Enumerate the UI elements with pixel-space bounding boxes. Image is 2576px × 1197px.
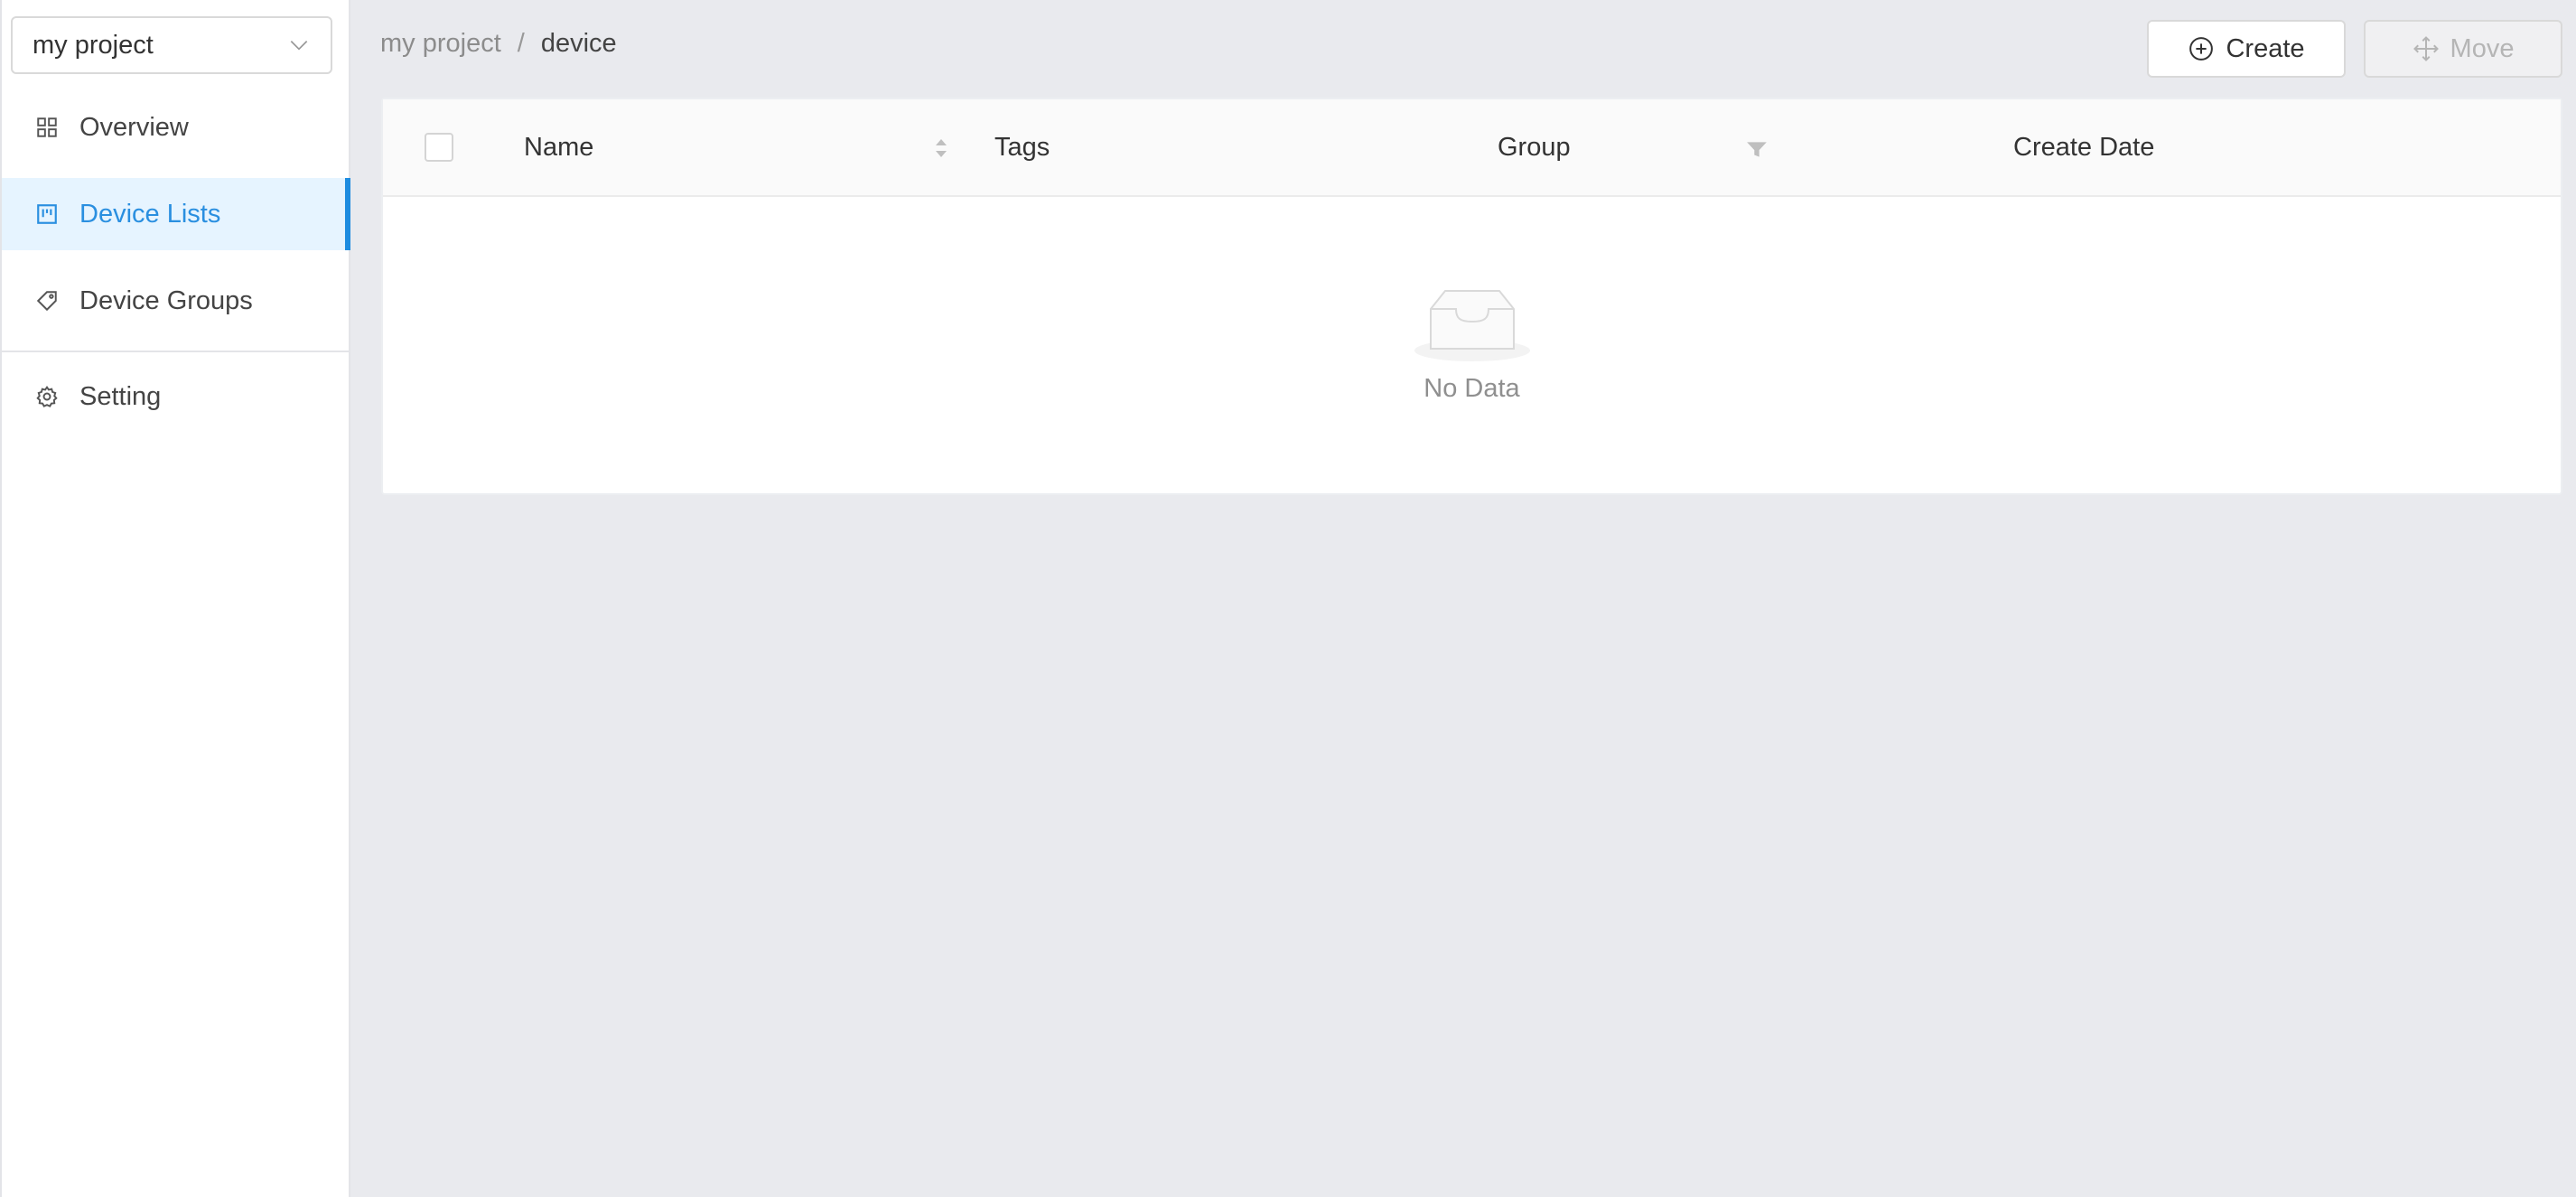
app-root: my project Overview Device Lists Device …	[0, 0, 2576, 1197]
create-button[interactable]: Create	[2147, 20, 2346, 78]
project-select[interactable]: my project	[11, 16, 332, 74]
sidebar-divider	[2, 351, 350, 352]
select-all-checkbox[interactable]	[425, 133, 453, 162]
sidebar-item-label: Device Lists	[79, 199, 221, 229]
sidebar-item-label: Setting	[79, 381, 162, 411]
tag-icon	[34, 288, 60, 313]
project-board-icon	[34, 201, 60, 227]
move-button[interactable]: Move	[2364, 20, 2562, 78]
column-header-create-date: Create Date	[2013, 132, 2155, 162]
filter-icon[interactable]	[1745, 137, 1769, 161]
sidebar-item-label: Overview	[79, 112, 189, 142]
breadcrumb-current: device	[540, 29, 617, 58]
sidebar: my project Overview Device Lists Device …	[0, 0, 350, 1197]
table-header: Name Tags Group Create Date	[383, 99, 2561, 197]
project-select-value: my project	[33, 30, 154, 60]
move-button-label: Move	[2450, 33, 2515, 63]
empty-inbox-icon	[1414, 290, 1530, 361]
device-table: Name Tags Group Create Date No Data	[381, 98, 2562, 495]
column-header-tags: Tags	[994, 132, 1050, 162]
empty-state: No Data	[383, 197, 2561, 495]
sidebar-item-label: Device Groups	[79, 285, 253, 315]
sidebar-item-setting[interactable]: Setting	[2, 360, 350, 433]
sidebar-item-device-groups[interactable]: Device Groups	[2, 265, 350, 337]
dashboard-grid-icon	[34, 115, 60, 140]
sidebar-item-overview[interactable]: Overview	[2, 91, 350, 164]
drag-move-icon	[2413, 35, 2440, 62]
breadcrumb-separator: /	[517, 29, 525, 58]
column-header-group[interactable]: Group	[1498, 99, 1571, 195]
plus-circle-icon	[2188, 35, 2215, 62]
breadcrumb: my project / device	[380, 29, 617, 59]
sort-icon[interactable]	[932, 134, 950, 163]
sidebar-item-device-lists[interactable]: Device Lists	[2, 178, 350, 250]
empty-state-text: No Data	[1423, 374, 1520, 403]
create-button-label: Create	[2226, 33, 2305, 63]
column-header-name[interactable]: Name	[524, 99, 593, 195]
gear-icon	[34, 384, 60, 409]
chevron-down-icon	[290, 41, 308, 51]
breadcrumb-link-project[interactable]: my project	[380, 29, 501, 59]
